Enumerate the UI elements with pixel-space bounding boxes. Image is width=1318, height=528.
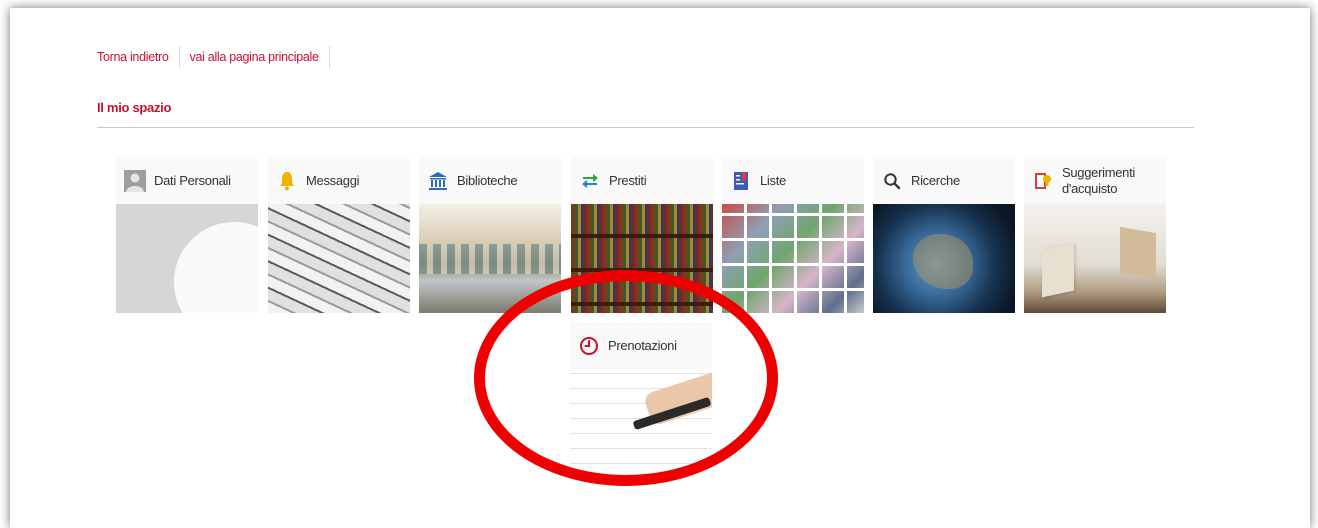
tile-label: Dati Personali [154,172,231,188]
tile-image [873,204,1015,313]
tile-image [419,204,561,313]
tile-header: Liste [722,157,864,204]
tile-prenotazioni[interactable]: Prenotazioni [570,322,712,478]
tile-label: Prestiti [609,172,647,188]
tile-image [722,204,864,313]
nav-divider [178,46,180,68]
library-icon [427,170,449,192]
tile-label: Liste [760,172,786,188]
tile-image [268,204,410,313]
exchange-arrows-icon [579,170,601,192]
tile-header: Prenotazioni [570,322,712,369]
tile-prestiti[interactable]: Prestiti [571,157,713,313]
user-icon [124,169,146,192]
tile-label: Messaggi [306,172,360,188]
tile-dati-personali[interactable]: Dati Personali [116,157,258,313]
tile-ricerche[interactable]: Ricerche [873,157,1015,313]
tile-biblioteche[interactable]: Biblioteche [419,157,561,313]
tile-header: Ricerche [873,157,1015,204]
tile-label: Biblioteche [457,172,518,188]
tile-suggerimenti-acquisto[interactable]: Suggerimenti d'acquisto [1024,157,1166,313]
tile-image [1024,204,1166,313]
tile-header: Suggerimenti d'acquisto [1024,157,1166,204]
tile-label: Prenotazioni [608,337,677,353]
clock-icon [578,335,600,357]
tile-image [571,204,713,313]
suggestion-icon [1032,170,1054,192]
top-nav: Torna indietro vai alla pagina principal… [97,46,340,68]
bookmark-list-icon [730,170,752,192]
nav-divider [328,46,330,68]
tile-image [570,369,712,478]
home-link[interactable]: vai alla pagina principale [190,50,319,64]
section-divider [97,127,1194,128]
tile-liste[interactable]: Liste [722,157,864,313]
tile-header: Messaggi [268,157,410,204]
section-title: Il mio spazio [97,100,172,115]
search-icon [881,170,903,192]
tile-header: Dati Personali [116,157,258,204]
back-link[interactable]: Torna indietro [97,50,169,64]
bell-icon [276,170,298,192]
tile-messaggi[interactable]: Messaggi [268,157,410,313]
tile-image [116,204,258,313]
tile-header: Prestiti [571,157,713,204]
tile-header: Biblioteche [419,157,561,204]
tile-label: Suggerimenti d'acquisto [1062,164,1135,196]
tile-label: Ricerche [911,172,960,188]
